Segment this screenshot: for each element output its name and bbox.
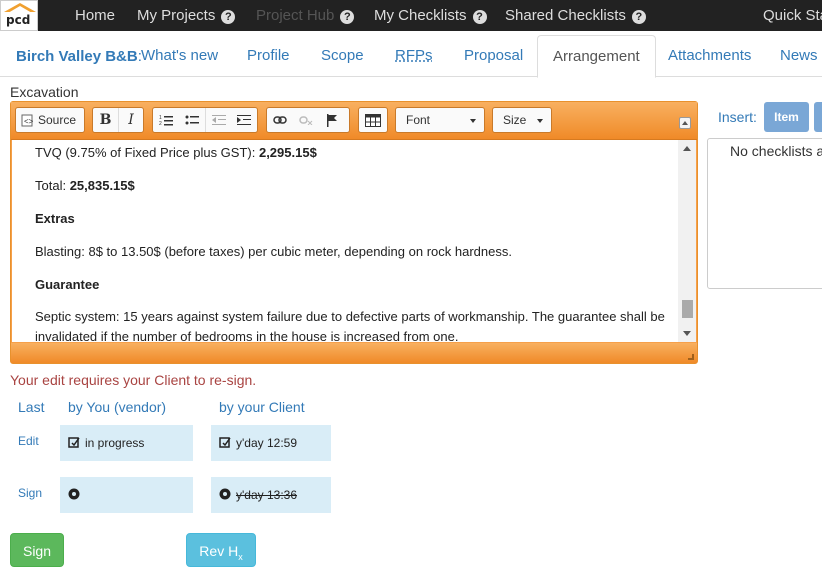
col-vendor-header: by You (vendor)	[68, 399, 167, 415]
resize-grip-icon[interactable]	[688, 354, 694, 360]
scroll-up-icon[interactable]	[683, 146, 691, 151]
source-icon: <>	[21, 114, 33, 126]
caret-down-icon	[537, 119, 543, 123]
link-group	[266, 107, 350, 133]
svg-text:<>: <>	[24, 117, 33, 126]
section-title: Excavation	[10, 84, 79, 100]
nav-my-checklists[interactable]: My Checklists?	[374, 0, 487, 31]
editor-footer	[11, 343, 697, 363]
anchor-flag-icon[interactable]	[319, 108, 345, 132]
indent-icon[interactable]	[231, 108, 257, 132]
scroll-down-icon[interactable]	[683, 331, 691, 336]
total-line: Total: 25,835.15$	[35, 178, 135, 193]
tab-attachments[interactable]: Attachments	[653, 35, 766, 77]
resign-warning: Your edit requires your Client to re-sig…	[10, 372, 257, 388]
row-sign-label: Sign	[18, 486, 43, 500]
editor-content[interactable]: TVQ (9.75% of Fixed Price plus GST): 2,2…	[12, 140, 678, 342]
editor-scrollbar[interactable]	[678, 140, 696, 342]
sign-client-cell: y'day 13:36	[211, 477, 331, 513]
cog-icon	[219, 478, 231, 514]
tvq-line: TVQ (9.75% of Fixed Price plus GST): 2,2…	[35, 145, 317, 160]
outdent-icon[interactable]	[205, 108, 231, 132]
nav-project-hub: Project Hub?	[256, 0, 355, 31]
table-button[interactable]	[358, 107, 388, 133]
col-client-header: by your Client	[219, 399, 305, 415]
extras-heading: Extras	[35, 211, 75, 226]
tab-arrangement[interactable]: Arrangement	[537, 35, 656, 78]
sign-button[interactable]: Sign	[10, 533, 64, 567]
format-group: B I	[92, 107, 144, 133]
tab-proposal[interactable]: Proposal	[449, 35, 538, 77]
septic-line: Septic system: 15 years against system f…	[35, 309, 665, 342]
guarantee-heading: Guarantee	[35, 277, 100, 292]
insert-label: Insert:	[718, 109, 757, 125]
tab-scope[interactable]: Scope	[306, 35, 379, 77]
row-edit-label: Edit	[18, 434, 39, 448]
link-icon[interactable]	[267, 108, 293, 132]
help-icon[interactable]: ?	[221, 10, 236, 24]
help-icon[interactable]: ?	[472, 10, 487, 24]
caret-down-icon	[470, 119, 476, 123]
nav-my-projects[interactable]: My Projects?	[137, 0, 236, 31]
edit-square-icon	[68, 426, 80, 462]
source-label: Source	[38, 113, 77, 127]
revision-history-button[interactable]: Rev Hx	[186, 533, 256, 567]
top-navbar: pcd Home My Projects? Project Hub? My Ch…	[0, 0, 822, 31]
nav-quick-start[interactable]: Quick Sta	[763, 0, 822, 31]
cog-icon	[68, 478, 80, 514]
blasting-line: Blasting: 8$ to 13.50$ (before taxes) pe…	[35, 244, 512, 259]
pcd-logo[interactable]: pcd	[0, 0, 38, 31]
bold-icon[interactable]: B	[93, 108, 118, 132]
edit-client-cell: y'day 12:59	[211, 425, 331, 461]
col-last-header: Last	[18, 399, 45, 415]
unlink-icon[interactable]	[293, 108, 319, 132]
bullet-list-icon[interactable]	[179, 108, 205, 132]
tab-whats-new[interactable]: What's new	[126, 35, 233, 77]
italic-icon[interactable]: I	[118, 108, 143, 132]
svg-text:2: 2	[159, 121, 162, 126]
nav-shared-checklists[interactable]: Shared Checklists?	[505, 0, 646, 31]
size-dropdown[interactable]: Size	[492, 107, 552, 133]
nav-home[interactable]: Home	[75, 0, 115, 31]
numbered-list-icon[interactable]: 12	[153, 108, 179, 132]
sign-vendor-cell	[60, 477, 193, 513]
editor-toolbar: <> Source B I 12 Font Size	[11, 102, 697, 140]
help-icon[interactable]: ?	[631, 10, 646, 24]
tab-news[interactable]: News	[765, 35, 822, 77]
insert-item-button[interactable]: Item	[764, 102, 809, 132]
table-icon	[359, 108, 387, 132]
project-tabs: Birch Valley B&B: What's new Profile Sco…	[0, 35, 822, 78]
empty-checklists-text: No checklists a	[730, 143, 822, 159]
project-name: Birch Valley B&B:	[16, 48, 142, 65]
checklist-list[interactable]: No checklists a	[707, 138, 822, 289]
rich-text-editor: <> Source B I 12 Font Size TVQ (9.75% of…	[10, 101, 698, 364]
insert-other-button[interactable]	[814, 102, 822, 132]
help-icon[interactable]: ?	[340, 10, 355, 24]
font-dropdown[interactable]: Font	[395, 107, 485, 133]
collapse-toolbar-icon[interactable]	[679, 117, 691, 129]
scroll-thumb[interactable]	[682, 300, 693, 318]
source-button[interactable]: <> Source	[15, 107, 85, 133]
tab-profile[interactable]: Profile	[232, 35, 305, 77]
logo-text: pcd	[6, 13, 31, 27]
tab-rfps[interactable]: RFPs	[380, 35, 448, 77]
list-group: 12	[152, 107, 258, 133]
edit-square-icon	[219, 426, 231, 462]
edit-vendor-cell: in progress	[60, 425, 193, 461]
